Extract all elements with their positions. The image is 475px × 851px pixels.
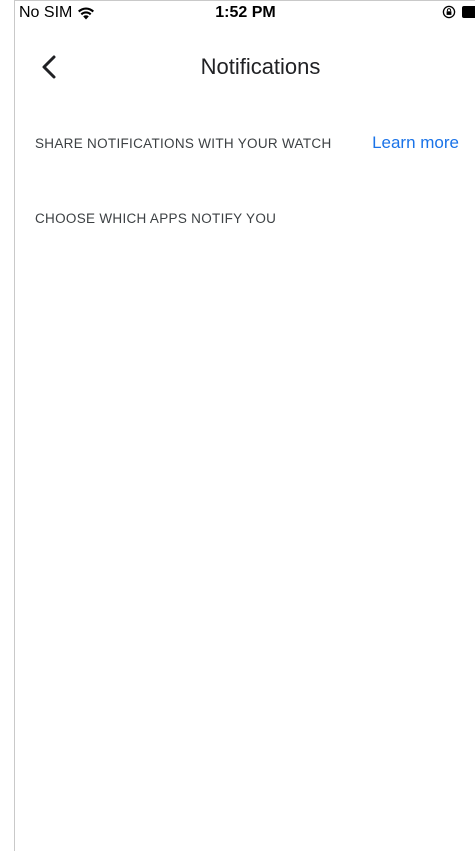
status-time: 1:52 PM <box>215 4 276 21</box>
app-screen: No SIM 1:52 PM Notifications SHARE NOTIF… <box>14 0 475 851</box>
choose-apps-row: CHOOSE WHICH APPS NOTIFY YOU <box>35 211 459 226</box>
share-notifications-row: SHARE NOTIFICATIONS WITH YOUR WATCH Lear… <box>35 133 459 153</box>
status-bar: No SIM 1:52 PM <box>15 1 475 25</box>
navigation-bar: Notifications <box>15 45 475 89</box>
share-notifications-label: SHARE NOTIFICATIONS WITH YOUR WATCH <box>35 135 332 151</box>
learn-more-link[interactable]: Learn more <box>372 133 459 153</box>
page-title: Notifications <box>200 54 321 79</box>
choose-apps-label: CHOOSE WHICH APPS NOTIFY YOU <box>35 211 277 226</box>
status-indicators <box>442 5 475 19</box>
rotation-lock-icon <box>442 5 456 19</box>
battery-icon <box>462 6 475 18</box>
